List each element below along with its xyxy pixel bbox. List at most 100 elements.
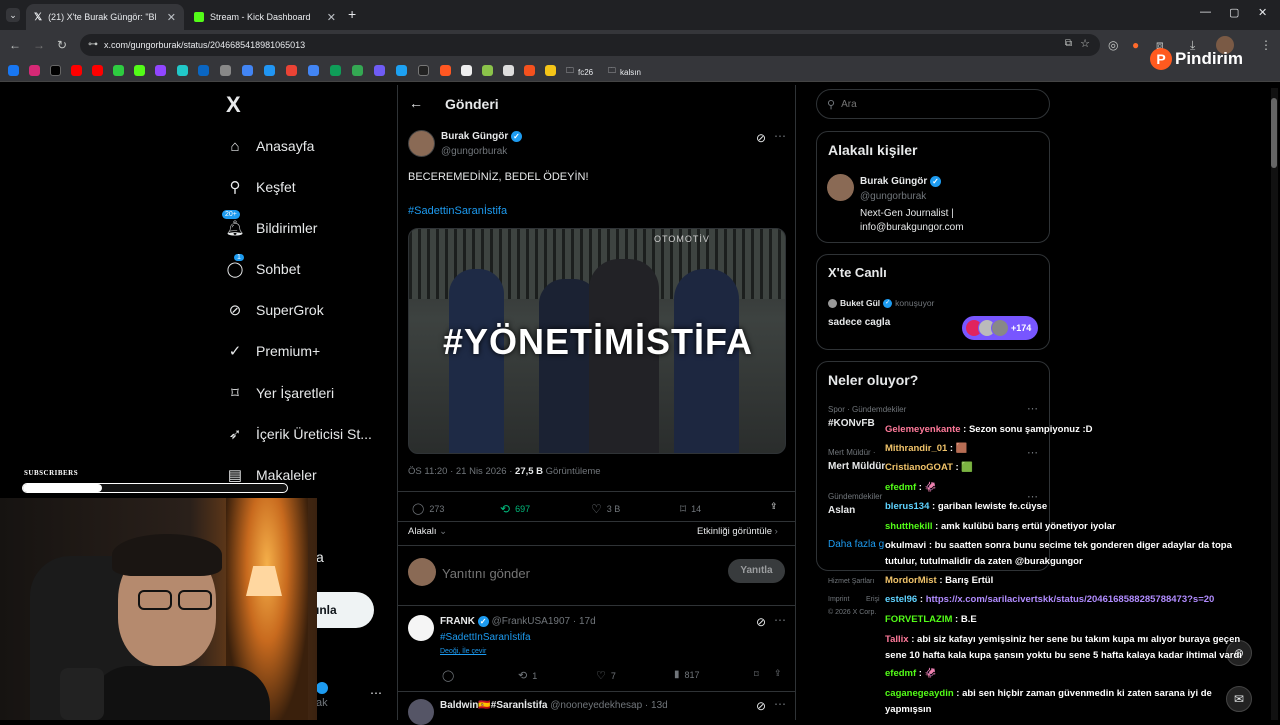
sort-dropdown[interactable]: Alakalı ⌄ <box>408 526 447 537</box>
nav-supergrok[interactable]: ⊘ SuperGrok <box>226 295 324 325</box>
reply-action[interactable]: ◯ 273 <box>412 502 444 515</box>
bookmark-icon[interactable]: ⌑ <box>754 669 759 680</box>
cast-icon[interactable]: ⧉ <box>1065 38 1072 49</box>
bookmark-icon[interactable] <box>482 65 493 76</box>
live-speaker[interactable]: Buket Gül ✓ konuşuyor <box>828 298 934 308</box>
footer-link[interactable]: Erişi <box>866 596 880 603</box>
reload-icon[interactable]: ↻ <box>57 38 67 52</box>
more-icon[interactable]: ⋯ <box>774 697 786 711</box>
youtube-studio-icon[interactable] <box>92 65 103 76</box>
youtube-icon[interactable] <box>71 65 82 76</box>
reply-author[interactable]: FRANK ✓ @FrankUSA1907 · 17d <box>440 616 596 627</box>
new-tab-button[interactable]: + <box>348 6 356 22</box>
back-arrow-icon[interactable]: ← <box>409 95 423 111</box>
grok-icon[interactable]: ⊘ <box>756 615 766 629</box>
translate-link[interactable]: Dеоği, İlе çevir <box>440 648 486 655</box>
activity-link[interactable]: Etkinliği görüntüle › <box>697 526 778 537</box>
reply-reply-action[interactable]: ◯ <box>442 669 454 682</box>
nav-chat[interactable]: ◯ 1 Sohbet <box>226 254 300 284</box>
author-avatar[interactable] <box>408 130 435 157</box>
tab-x-post[interactable]: 𝕏 (21) X'te Burak Güngör: "BECER ✕ <box>26 4 184 30</box>
reply-views-action[interactable]: ▮ 817 <box>674 669 700 680</box>
grok-icon[interactable]: ⊘ <box>756 131 766 145</box>
search-box[interactable]: ⚲ <box>816 89 1050 119</box>
tab-kick-dashboard[interactable]: Stream - Kick Dashboard ✕ <box>186 4 344 30</box>
bookmark-icon[interactable] <box>177 65 188 76</box>
reply-repost-action[interactable]: ⟲ 1 <box>518 669 537 682</box>
scrollbar-thumb[interactable] <box>1271 98 1277 168</box>
tab-search-button[interactable]: ⌄ <box>6 8 20 22</box>
post-image[interactable]: OTOMOTİV #YÖNETİMİSTİFA <box>408 228 786 454</box>
bookmark-icon[interactable] <box>352 65 363 76</box>
nav-premium[interactable]: ✓ Premium+ <box>226 336 320 366</box>
bookmark-action[interactable]: ⌑ 14 <box>680 502 701 516</box>
address-bar[interactable]: ⊶ x.com/gungorburak/status/2046685418981… <box>80 34 1100 56</box>
bookmark-icon[interactable] <box>418 65 429 76</box>
nav-home[interactable]: ⌂ Anasayfa <box>226 131 314 161</box>
reply-like-action[interactable]: ♡ 7 <box>596 669 616 682</box>
bookmark-icon[interactable] <box>374 65 385 76</box>
footer-link[interactable]: Imprint <box>828 596 849 603</box>
bookmark-icon[interactable] <box>440 65 451 76</box>
more-icon[interactable]: ⋯ <box>1027 402 1038 415</box>
reply-input[interactable] <box>442 563 672 583</box>
avatar[interactable] <box>827 174 854 201</box>
kick-icon[interactable] <box>134 65 145 76</box>
grok-icon[interactable]: ⊘ <box>756 699 766 713</box>
nav-creator-studio[interactable]: ➶ İçerik Üreticisi St... <box>226 419 372 449</box>
sheets-icon[interactable] <box>330 65 341 76</box>
bookmark-folder-fc26[interactable]: 🗀 fc26 <box>566 65 593 79</box>
more-options-icon[interactable]: ⋯ <box>370 686 382 700</box>
facebook-icon[interactable] <box>8 65 19 76</box>
twitch-icon[interactable] <box>155 65 166 76</box>
footer-link[interactable]: Hizmet Şartları <box>828 578 874 585</box>
trend-name[interactable]: Mert Müldür <box>828 461 885 472</box>
close-window-icon[interactable]: ✕ <box>1258 6 1267 19</box>
show-more-link[interactable]: Daha fazla g <box>828 539 884 550</box>
post-button[interactable]: ınla <box>316 592 374 628</box>
close-tab-icon[interactable]: ✕ <box>167 11 176 24</box>
forward-icon[interactable]: → <box>33 38 45 52</box>
bookmark-icon[interactable] <box>113 65 124 76</box>
share-icon[interactable]: ⇪ <box>774 668 782 679</box>
nav-more-label[interactable]: a <box>316 549 324 565</box>
nav-explore[interactable]: ⚲ Keşfet <box>226 172 296 202</box>
nav-notifications[interactable]: 🔔︎ 20+ Bildirimler <box>222 210 317 243</box>
bookmark-icon[interactable] <box>503 65 514 76</box>
docs-icon[interactable] <box>308 65 319 76</box>
x-icon[interactable] <box>50 65 61 76</box>
bookmark-icon[interactable] <box>264 65 275 76</box>
post-hashtag[interactable]: #SadettinSaranİstifa <box>408 205 507 217</box>
maximize-icon[interactable]: ▢ <box>1229 6 1239 19</box>
reply-text[interactable]: #SadettInSaranİstifa <box>440 632 531 643</box>
bookmark-icon[interactable] <box>461 65 472 76</box>
instagram-icon[interactable] <box>29 65 40 76</box>
reply-avatar[interactable] <box>408 699 434 725</box>
trend-name[interactable]: Aslan <box>828 505 855 516</box>
bookmark-folder-kalsin[interactable]: 🗀 kalsın <box>608 65 641 79</box>
bookmark-icon[interactable] <box>242 65 253 76</box>
back-icon[interactable]: ← <box>9 38 21 52</box>
bookmark-icon[interactable] <box>396 65 407 76</box>
author-name-row[interactable]: Burak Güngör ✓ <box>441 131 523 142</box>
search-input[interactable] <box>841 98 1022 110</box>
imdb-icon[interactable] <box>545 65 556 76</box>
more-icon[interactable]: ⋯ <box>774 129 786 143</box>
site-info-icon[interactable]: ⊶ <box>88 39 98 50</box>
gmail-icon[interactable] <box>286 65 297 76</box>
bookmark-icon[interactable] <box>524 65 535 76</box>
extension-icon[interactable]: ◎ <box>1108 38 1118 52</box>
nav-bookmarks[interactable]: ⌑ Yer İşaretleri <box>226 378 334 408</box>
more-icon[interactable]: ⋯ <box>774 613 786 627</box>
menu-icon[interactable]: ⋮ <box>1260 38 1272 52</box>
trend-name[interactable]: #KONvFB <box>828 418 875 429</box>
bookmark-icon[interactable] <box>220 65 231 76</box>
reply-button[interactable]: Yanıtla <box>728 559 785 583</box>
x-logo[interactable]: X <box>226 92 241 118</box>
repost-action[interactable]: ⟲ 697 <box>500 502 530 516</box>
like-action[interactable]: ♡ 3 B <box>591 502 620 516</box>
share-icon[interactable]: ⇪ <box>770 501 778 512</box>
extension-icon[interactable]: ● <box>1132 38 1139 52</box>
reply-author[interactable]: Baldwin🇪🇸#Saranİstifa @nooneyedekhesap ·… <box>440 700 668 711</box>
close-tab-icon[interactable]: ✕ <box>327 11 336 24</box>
